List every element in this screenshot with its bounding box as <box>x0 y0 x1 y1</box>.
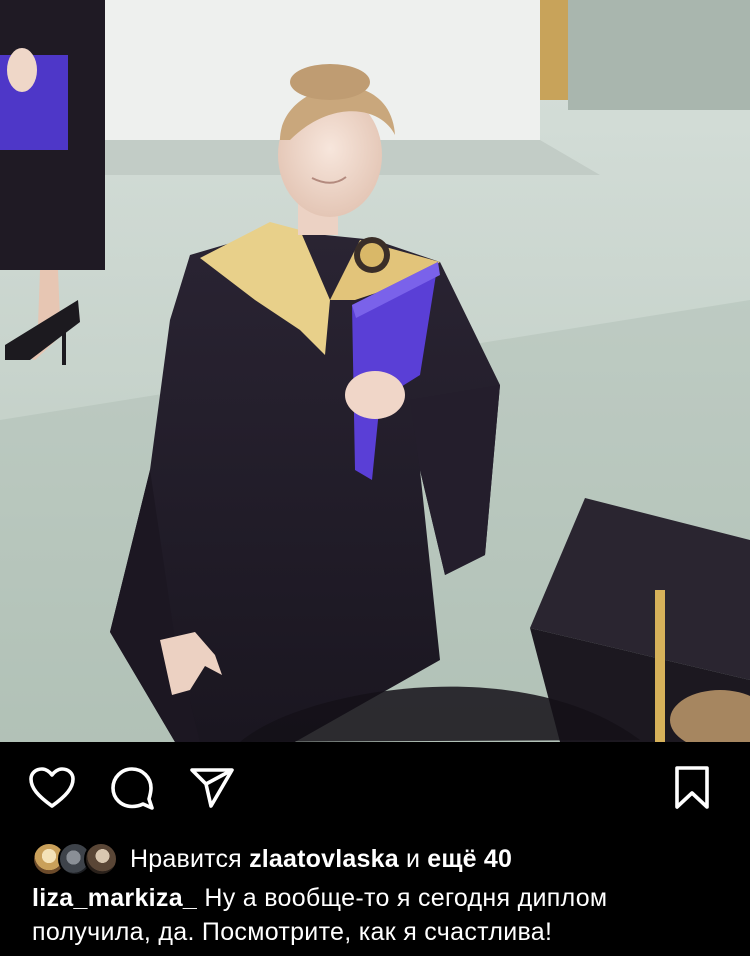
save-button[interactable] <box>668 765 716 816</box>
likes-row[interactable]: Нравится zlaatovlaska и ещё 40 <box>32 842 512 876</box>
likes-text: Нравится zlaatovlaska и ещё 40 <box>130 845 512 874</box>
comment-button[interactable] <box>108 766 156 814</box>
heart-icon <box>28 766 76 815</box>
likes-conjunction: и <box>405 844 421 873</box>
avatar <box>84 842 118 876</box>
bookmark-icon <box>672 765 712 816</box>
liker-avatars <box>32 842 122 876</box>
caption-username-link[interactable]: liza_markiza_ <box>32 884 197 912</box>
post-caption: liza_markiza_ Ну а вообще-то я сегодня д… <box>32 881 732 949</box>
comment-bubble-icon <box>109 765 155 816</box>
liker-username-link[interactable]: zlaatovlaska <box>249 845 399 873</box>
likes-prefix: Нравится <box>130 844 242 873</box>
post-photo[interactable] <box>0 0 750 742</box>
post-action-bar <box>0 742 750 838</box>
share-button[interactable] <box>188 766 236 814</box>
like-button[interactable] <box>28 766 76 814</box>
paper-plane-icon <box>188 766 236 815</box>
likes-others-link[interactable]: ещё 40 <box>427 845 512 873</box>
